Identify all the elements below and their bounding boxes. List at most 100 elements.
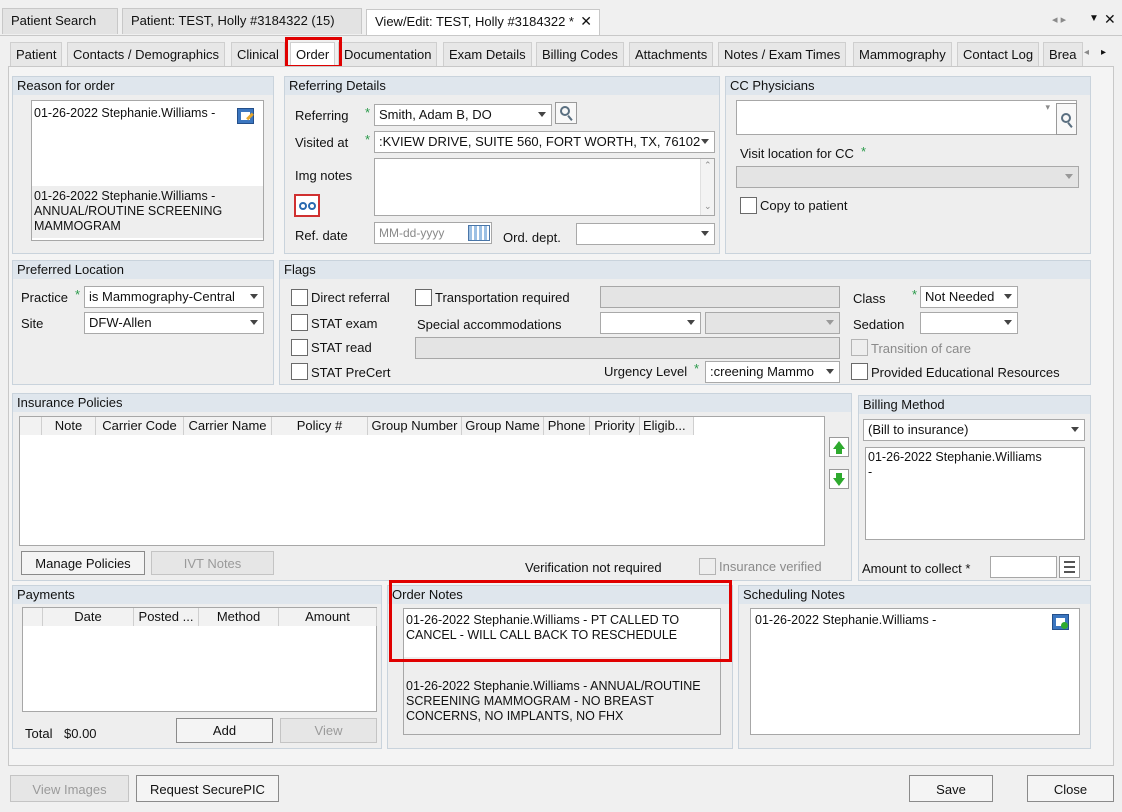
subtab-mammography[interactable]: Mammography <box>853 42 952 66</box>
insurance-table[interactable]: Note Carrier Code Carrier Name Policy # … <box>19 416 825 546</box>
panel-title: Insurance Policies <box>13 394 851 412</box>
column-header[interactable]: Carrier Name <box>184 417 272 435</box>
column-header[interactable]: Date <box>43 608 134 626</box>
tab-scroll-icon[interactable]: ◂ ▸ <box>1052 13 1066 26</box>
dropdown-icon[interactable]: ▾ <box>1045 102 1050 113</box>
visit-location-dropdown[interactable] <box>736 166 1079 188</box>
column-header[interactable]: Posted ... <box>134 608 199 626</box>
search-icon[interactable] <box>555 102 577 124</box>
arrow-up-icon[interactable] <box>829 437 849 457</box>
stat-precert-label: STAT PreCert <box>311 365 391 380</box>
urgency-level-label: Urgency Level <box>604 364 688 379</box>
close-window-icon[interactable]: ✕ <box>1104 11 1116 28</box>
column-header[interactable]: Eligib... <box>640 417 694 435</box>
glasses-icon[interactable] <box>294 194 320 217</box>
visited-at-label: Visited at <box>295 135 349 150</box>
referring-dropdown[interactable]: Smith, Adam B, DO <box>374 104 552 126</box>
subtab-documentation[interactable]: Documentation <box>338 42 438 66</box>
column-header[interactable]: Carrier Code <box>96 417 184 435</box>
billing-notes-box[interactable]: 01-26-2022 Stephanie.Williams - <box>865 447 1085 540</box>
tab-patient-record[interactable]: Patient: TEST, Holly #3184322 (15) <box>122 8 362 34</box>
request-securepic-button[interactable]: Request SecurePIC <box>136 775 279 802</box>
visited-at-dropdown[interactable]: :KVIEW DRIVE, SUITE 560, FORT WORTH, TX,… <box>374 131 715 153</box>
scheduling-notes-box[interactable]: 01-26-2022 Stephanie.Williams - <box>750 608 1080 735</box>
sedation-dropdown[interactable] <box>920 312 1018 334</box>
subtab-contact-log[interactable]: Contact Log <box>957 42 1040 66</box>
stat-read-field[interactable] <box>415 337 840 359</box>
view-images-button[interactable]: View Images <box>10 775 129 802</box>
edit-note-icon[interactable] <box>237 108 254 124</box>
billing-method-dropdown[interactable]: (Bill to insurance) <box>863 419 1085 441</box>
subtab-exam-details[interactable]: Exam Details <box>443 42 532 66</box>
column-header[interactable]: Group Number <box>368 417 462 435</box>
transition-of-care-label: Transition of care <box>871 341 971 356</box>
educational-resources-checkbox[interactable] <box>851 363 868 380</box>
add-payment-button[interactable]: Add <box>176 718 273 743</box>
view-payment-button[interactable]: View <box>280 718 377 743</box>
urgency-level-dropdown[interactable]: :creening Mammo <box>705 361 840 383</box>
tab-patient-search[interactable]: Patient Search <box>2 8 118 34</box>
stat-exam-checkbox[interactable] <box>291 314 308 331</box>
subtab-scroll-left-icon[interactable]: ◂ <box>1084 47 1089 58</box>
practice-dropdown[interactable]: is Mammography-Central <box>84 286 264 308</box>
tab-label: Patient Search <box>11 13 97 28</box>
ivt-notes-button[interactable]: IVT Notes <box>151 551 274 575</box>
special-accommodations-dropdown[interactable] <box>600 312 701 334</box>
calendar-icon[interactable] <box>468 225 490 241</box>
insurance-verified-checkbox[interactable] <box>699 558 716 575</box>
subtab-billing-codes[interactable]: Billing Codes <box>536 42 624 66</box>
subtab-patient[interactable]: Patient <box>10 42 63 66</box>
total-label: Total <box>25 726 53 741</box>
ord-dept-dropdown[interactable] <box>576 223 715 245</box>
close-button[interactable]: Close <box>1027 775 1114 802</box>
billing-note: 01-26-2022 Stephanie.Williams - <box>868 450 1042 479</box>
site-label: Site <box>21 316 44 331</box>
column-header[interactable]: Amount <box>279 608 377 626</box>
cc-physicians-input[interactable]: ▾ <box>736 100 1077 135</box>
subtab-scroll-right-icon[interactable]: ▸ <box>1101 47 1106 58</box>
column-header[interactable]: Method <box>199 608 279 626</box>
reason-notes-box[interactable]: 01-26-2022 Stephanie.Williams - 01-26-20… <box>31 100 264 241</box>
subtab-notes-exam-times[interactable]: Notes / Exam Times <box>718 42 847 66</box>
tab-menu-icon[interactable]: ▼ <box>1089 13 1099 24</box>
panel-title: Preferred Location <box>13 261 273 279</box>
stat-precert-checkbox[interactable] <box>291 363 308 380</box>
direct-referral-checkbox[interactable] <box>291 289 308 306</box>
site-dropdown[interactable]: DFW-Allen <box>84 312 264 334</box>
ref-date-label: Ref. date <box>295 228 348 243</box>
subtab-clinical[interactable]: Clinical <box>231 42 285 66</box>
insurance-verified-label: Insurance verified <box>719 559 822 574</box>
transportation-field[interactable] <box>600 286 840 308</box>
manage-policies-button[interactable]: Manage Policies <box>21 551 145 575</box>
subtab-attachments[interactable]: Attachments <box>629 42 714 66</box>
subtab-label: Billing Codes <box>542 47 618 62</box>
add-note-icon[interactable] <box>1052 614 1069 630</box>
column-header[interactable]: Policy # <box>272 417 368 435</box>
column-header[interactable]: Group Name <box>462 417 544 435</box>
class-dropdown[interactable]: Not Needed <box>920 286 1018 308</box>
arrow-down-icon[interactable] <box>829 469 849 489</box>
column-header[interactable]: Priority <box>590 417 640 435</box>
stat-read-checkbox[interactable] <box>291 339 308 356</box>
amount-to-collect-input[interactable] <box>990 556 1057 578</box>
tab-view-edit[interactable]: View/Edit: TEST, Holly #3184322 * ✕ <box>366 9 600 36</box>
payments-table[interactable]: Date Posted ... Method Amount <box>22 607 377 712</box>
search-icon[interactable] <box>1056 103 1077 135</box>
img-notes-textarea[interactable]: ⌃ ⌄ <box>374 158 715 216</box>
transportation-checkbox[interactable] <box>415 289 432 306</box>
save-button[interactable]: Save <box>909 775 993 802</box>
column-header[interactable]: Phone <box>544 417 590 435</box>
calculator-icon[interactable] <box>1059 556 1080 578</box>
panel-title: Referring Details <box>285 77 719 95</box>
referring-label: Referring <box>295 108 349 123</box>
scrollbar[interactable]: ⌃ ⌄ <box>700 159 714 215</box>
column-header[interactable]: Note <box>42 417 96 435</box>
cc-physicians-panel: CC Physicians ▾ Visit location for CC * … <box>725 76 1091 254</box>
subtab-breast[interactable]: Brea <box>1043 42 1083 66</box>
special-accommodations-detail-dropdown[interactable] <box>705 312 840 334</box>
close-tab-icon[interactable]: ✕ <box>580 13 592 30</box>
transition-of-care-checkbox[interactable] <box>851 339 868 356</box>
visited-at-value: :KVIEW DRIVE, SUITE 560, FORT WORTH, TX,… <box>379 134 701 149</box>
subtab-contacts[interactable]: Contacts / Demographics <box>67 42 225 66</box>
copy-to-patient-checkbox[interactable] <box>740 197 757 214</box>
